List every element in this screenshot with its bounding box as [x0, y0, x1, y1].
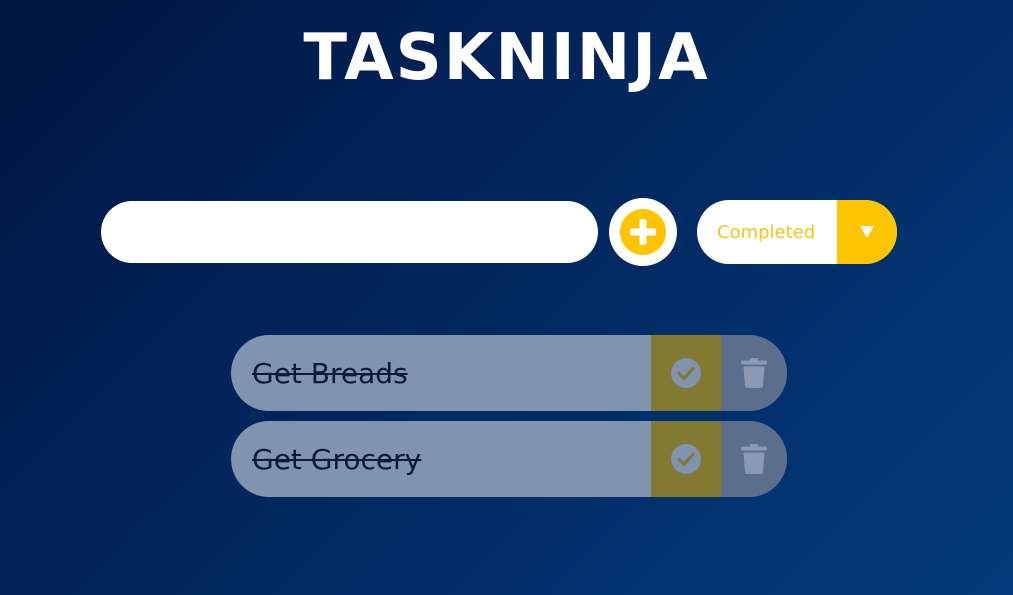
- filter-selected-value: Completed: [717, 221, 816, 243]
- delete-button[interactable]: [721, 421, 787, 497]
- filter-select[interactable]: Completed: [697, 200, 897, 264]
- complete-button[interactable]: [651, 421, 721, 497]
- todo-text: Get Grocery: [252, 442, 422, 476]
- todo-item: Get Grocery: [231, 421, 787, 497]
- todo-text: Get Breads: [252, 356, 408, 390]
- app-title: TASKNINJA: [303, 21, 710, 95]
- check-circle-icon: [671, 358, 701, 388]
- task-input[interactable]: [101, 201, 598, 263]
- todo-item: Get Breads: [231, 335, 787, 411]
- complete-button[interactable]: [651, 335, 721, 411]
- plus-circle-icon: [620, 209, 666, 255]
- trash-icon: [741, 358, 767, 388]
- check-circle-icon: [671, 444, 701, 474]
- trash-icon: [741, 444, 767, 474]
- add-task-button[interactable]: [609, 198, 677, 266]
- delete-button[interactable]: [721, 335, 787, 411]
- triangle-down-icon: [860, 226, 874, 238]
- dropdown-arrow-button[interactable]: [837, 200, 897, 264]
